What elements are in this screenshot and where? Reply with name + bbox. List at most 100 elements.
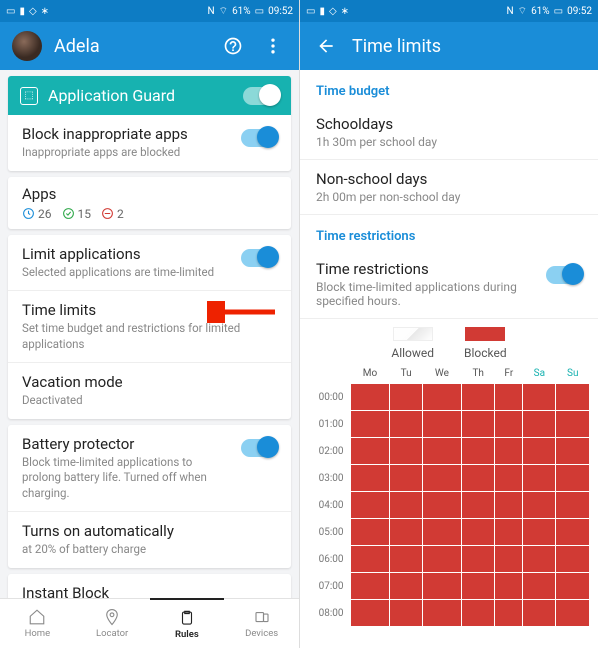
schedule-cell[interactable]: [390, 384, 423, 411]
schedule-cell[interactable]: [390, 546, 423, 573]
schedule-cell[interactable]: [556, 519, 590, 546]
schedule-cell[interactable]: [461, 519, 495, 546]
battery-toggle[interactable]: [241, 439, 277, 457]
restrictions-row[interactable]: Time restrictions Block time-limited app…: [300, 250, 598, 319]
schedule-cell[interactable]: [350, 465, 390, 492]
schedule-cell[interactable]: [422, 492, 461, 519]
restrictions-toggle[interactable]: [546, 266, 582, 284]
schedule-cell[interactable]: [350, 600, 390, 627]
apps-row[interactable]: Apps 26 15 2: [8, 177, 291, 229]
instant-block-row[interactable]: Instant Block Deactivated: [8, 574, 291, 598]
schedule-cell[interactable]: [461, 492, 495, 519]
schedule-cell[interactable]: [422, 438, 461, 465]
schedule-cell[interactable]: [556, 411, 590, 438]
schedule-cell[interactable]: [461, 600, 495, 627]
schedule-cell[interactable]: [350, 384, 390, 411]
schedule-cell[interactable]: [523, 465, 556, 492]
shield-icon: ⬚: [20, 87, 38, 105]
schedule-cell[interactable]: [556, 465, 590, 492]
schedule-cell[interactable]: [495, 384, 523, 411]
schedule-cell[interactable]: [523, 573, 556, 600]
schedule-cell[interactable]: [461, 573, 495, 600]
schedule-cell[interactable]: [461, 411, 495, 438]
schedule-cell[interactable]: [390, 465, 423, 492]
schedule-cell[interactable]: [495, 411, 523, 438]
schedule-cell[interactable]: [461, 546, 495, 573]
auto-on-row[interactable]: Turns on automatically at 20% of battery…: [8, 512, 291, 568]
schedule-cell[interactable]: [523, 411, 556, 438]
schedule-cell[interactable]: [390, 438, 423, 465]
schedule-cell[interactable]: [422, 546, 461, 573]
schedule-cell[interactable]: [422, 411, 461, 438]
schedule-cell[interactable]: [390, 411, 423, 438]
schedule-cell[interactable]: [556, 546, 590, 573]
app-guard-toggle[interactable]: [243, 87, 279, 105]
schedule-cell[interactable]: [390, 492, 423, 519]
limit-apps-toggle[interactable]: [241, 249, 277, 267]
status-bar-r: ▭ ▮ ◇ ∗ N ⌔ 61% ▭ 09:52: [300, 0, 598, 22]
nonschool-row[interactable]: Non-school days 2h 00m per non-school da…: [300, 160, 598, 215]
schedule-cell[interactable]: [495, 519, 523, 546]
battery-row[interactable]: Battery protector Block time-limited app…: [8, 425, 291, 513]
time-limits-title: Time limits: [22, 301, 277, 319]
vacation-sub: Deactivated: [22, 393, 277, 409]
schedule-cell[interactable]: [523, 519, 556, 546]
vacation-row[interactable]: Vacation mode Deactivated: [8, 363, 291, 419]
hour-label: 08:00: [308, 600, 350, 627]
schedule-cell[interactable]: [350, 411, 390, 438]
overflow-menu-icon[interactable]: [259, 32, 287, 60]
limit-apps-sub: Selected applications are time-limited: [22, 265, 231, 281]
schedule-cell[interactable]: [556, 573, 590, 600]
schedule-cell[interactable]: [422, 600, 461, 627]
schedule-cell[interactable]: [495, 492, 523, 519]
tab-rules[interactable]: Rules: [150, 598, 225, 648]
schedule-cell[interactable]: [461, 465, 495, 492]
schedule-cell[interactable]: [350, 573, 390, 600]
schedule-cell[interactable]: [495, 438, 523, 465]
tab-devices[interactable]: Devices: [224, 599, 299, 648]
block-apps-row[interactable]: Block inappropriate apps Inappropriate a…: [8, 115, 291, 171]
back-button[interactable]: [312, 32, 340, 60]
block-apps-toggle[interactable]: [241, 129, 277, 147]
schedule-cell[interactable]: [422, 573, 461, 600]
app-guard-title: Application Guard: [48, 86, 233, 105]
schedule-cell[interactable]: [390, 519, 423, 546]
schedule-cell[interactable]: [495, 600, 523, 627]
schedule-cell[interactable]: [350, 438, 390, 465]
schedule-cell[interactable]: [556, 600, 590, 627]
schedule-cell[interactable]: [422, 384, 461, 411]
schedule-cell[interactable]: [523, 492, 556, 519]
schedule-cell[interactable]: [461, 384, 495, 411]
volte-icon: ▭: [6, 6, 15, 17]
schedule-cell[interactable]: [422, 465, 461, 492]
schedule-cell[interactable]: [556, 384, 590, 411]
limit-apps-row[interactable]: Limit applications Selected applications…: [8, 235, 291, 292]
schedule-cell[interactable]: [556, 438, 590, 465]
time-limits-row[interactable]: Time limits Set time budget and restrict…: [8, 291, 291, 363]
page-title: Time limits: [352, 36, 586, 57]
check-icon: [62, 207, 75, 220]
schedule-cell[interactable]: [523, 438, 556, 465]
schedule-cell[interactable]: [422, 519, 461, 546]
schedule-cell[interactable]: [495, 573, 523, 600]
schedule-cell[interactable]: [461, 438, 495, 465]
legend-blocked: Blocked: [464, 327, 507, 360]
schedule-cell[interactable]: [495, 546, 523, 573]
schedule-cell[interactable]: [390, 573, 423, 600]
help-icon[interactable]: [219, 32, 247, 60]
schedule-cell[interactable]: [390, 600, 423, 627]
profile-name: Adela: [54, 36, 207, 57]
avatar[interactable]: [12, 31, 42, 61]
schedule-cell[interactable]: [523, 384, 556, 411]
schedule-cell[interactable]: [523, 600, 556, 627]
schedule-grid[interactable]: MoTuWeThFrSaSu00:0001:0002:0003:0004:000…: [300, 364, 598, 648]
tab-locator[interactable]: Locator: [75, 599, 150, 648]
schedule-cell[interactable]: [350, 519, 390, 546]
schedule-cell[interactable]: [523, 546, 556, 573]
schooldays-row[interactable]: Schooldays 1h 30m per school day: [300, 105, 598, 160]
schedule-cell[interactable]: [350, 492, 390, 519]
schedule-cell[interactable]: [556, 492, 590, 519]
schedule-cell[interactable]: [350, 546, 390, 573]
schedule-cell[interactable]: [495, 465, 523, 492]
tab-home[interactable]: Home: [0, 599, 75, 648]
